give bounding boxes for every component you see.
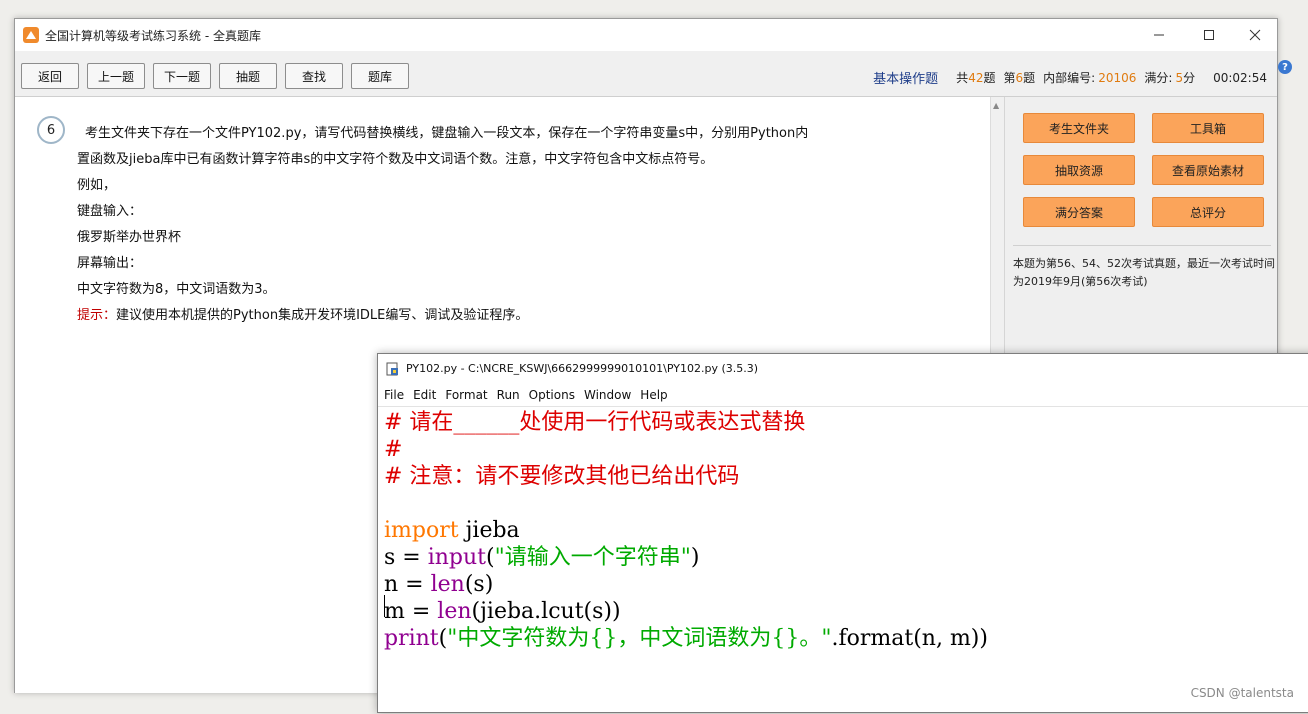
back-button[interactable]: 返回 [21, 63, 79, 89]
code-line-7: n = len(s) [384, 571, 493, 598]
code-text: ) [690, 545, 700, 570]
code-text: ( [438, 626, 448, 651]
watermark: CSDN @talentsta [1190, 686, 1294, 700]
score-suffix: 分 [1183, 71, 1196, 85]
menu-file[interactable]: File [384, 388, 404, 402]
menu-edit[interactable]: Edit [413, 388, 436, 402]
code-line-1: # 请在______处使用一行代码或表达式替换 [384, 410, 806, 435]
question-line: 键盘输入： [77, 204, 143, 219]
code-text: m = [384, 599, 438, 624]
code-line-5: import jieba [384, 517, 520, 544]
next-question-button[interactable]: 下一题 [153, 63, 211, 89]
question-line: 置函数及jieba库中已有函数计算字符串s的中文字符个数及中文词语个数。注意，中… [77, 152, 714, 167]
window-title: 全国计算机等级考试练习系统 - 全真题库 [45, 29, 261, 43]
idle-editor-window: PY102.py - C:\NCRE_KSWJ\6662999999010101… [377, 353, 1308, 713]
view-original-material-button[interactable]: 查看原始素材 [1152, 155, 1264, 185]
menu-options[interactable]: Options [529, 388, 575, 402]
menu-run[interactable]: Run [497, 388, 520, 402]
code-text: n = [384, 572, 431, 597]
total-prefix: 共 [956, 71, 969, 85]
code-line-2: # [384, 437, 403, 462]
text-cursor [384, 595, 385, 617]
toolbar: 返回 上一题 下一题 抽题 查找 题库 基本操作题 共 42 题 第6题 内部编号:… [15, 51, 1277, 97]
index-suffix: 题 [1023, 71, 1036, 85]
question-category: 基本操作题 [873, 72, 939, 87]
code-string: "请输入一个字符串" [494, 545, 691, 570]
python-file-icon [386, 362, 398, 376]
full-score-answer-button[interactable]: 满分答案 [1023, 197, 1135, 227]
prev-question-button[interactable]: 上一题 [87, 63, 145, 89]
hint-line: 提示：建议使用本机提供的Python集成开发环境IDLE编写、调试及验证程序。 [77, 304, 528, 323]
idle-titlebar: PY102.py - C:\NCRE_KSWJ\6662999999010101… [378, 354, 1308, 384]
code-string: "中文字符数为{}，中文词语数为{}。" [447, 626, 832, 651]
question-line: 俄罗斯举办世界杯 [77, 230, 182, 245]
menu-help[interactable]: Help [640, 388, 667, 402]
exam-titlebar: 全国计算机等级考试练习系统 - 全真题库 [15, 19, 1277, 51]
extract-resource-button[interactable]: 抽取资源 [1023, 155, 1135, 185]
score-value: 5 [1175, 70, 1184, 85]
close-icon[interactable] [1237, 23, 1273, 47]
app-logo-icon [23, 27, 39, 43]
index-prefix: 第 [1003, 71, 1016, 85]
search-button[interactable]: 查找 [285, 63, 343, 89]
question-line: 中文字符数为8，中文词语数为3。 [77, 282, 276, 297]
question-index: 6 [1015, 70, 1024, 85]
question-bank-button[interactable]: 题库 [351, 63, 409, 89]
code-text: .format(n, m)) [831, 626, 988, 651]
code-line-6: s = input("请输入一个字符串") [384, 544, 699, 571]
draw-question-button[interactable]: 抽题 [219, 63, 277, 89]
exam-history-note: 本题为第56、54、52次考试真题，最近一次考试时间为2019年9月(第56次考… [1013, 257, 1275, 288]
panel-divider [1013, 245, 1271, 246]
toolbox-button[interactable]: 工具箱 [1152, 113, 1264, 143]
code-keyword: import [384, 518, 459, 543]
code-builtin: print [384, 626, 439, 651]
examinee-folder-button[interactable]: 考生文件夹 [1023, 113, 1135, 143]
total-count: 42 [968, 70, 984, 85]
question-number-badge: 6 [37, 116, 65, 144]
help-icon[interactable]: ? [1278, 60, 1292, 74]
code-text: (s) [464, 572, 494, 597]
menu-format[interactable]: Format [445, 388, 487, 402]
minimize-icon[interactable] [1141, 23, 1177, 47]
timer: 00:02:54 [1213, 70, 1267, 85]
code-text: (jieba.lcut(s)) [471, 599, 621, 624]
internal-code-label: 内部编号: [1043, 71, 1096, 85]
code-text: ( [486, 545, 495, 570]
internal-code: 20106 [1098, 70, 1137, 85]
maximize-icon[interactable] [1191, 23, 1227, 47]
status-area: 基本操作题 共 42 题 第6题 内部编号: 20106 满分: 5 分 00:02:54 [873, 68, 1267, 88]
code-line-9: print("中文字符数为{}，中文词语数为{}。".format(n, m)) [384, 625, 988, 652]
code-line-8: m = len(jieba.lcut(s)) [384, 598, 621, 625]
code-line-3: # 注意：请不要修改其他已给出代码 [384, 464, 740, 489]
question-line: 考生文件夹下存在一个文件PY102.py，请写代码替换横线，键盘输入一段文本，保… [85, 126, 809, 141]
code-text: jieba [458, 518, 520, 543]
code-editor[interactable]: # 请在______处使用一行代码或表达式替换 # # 注意：请不要修改其他已给… [378, 406, 1308, 714]
code-builtin: len [437, 599, 472, 624]
idle-title: PY102.py - C:\NCRE_KSWJ\6662999999010101… [406, 362, 759, 375]
scroll-up-icon[interactable]: ▲ [993, 101, 999, 110]
menu-window[interactable]: Window [584, 388, 631, 402]
hint-label: 提示： [77, 308, 117, 323]
code-text: s = [384, 545, 428, 570]
idle-menubar: File Edit Format Run Options Window Help [378, 384, 1308, 406]
code-builtin: input [427, 545, 487, 570]
code-builtin: len [430, 572, 465, 597]
question-line: 屏幕输出： [77, 256, 143, 271]
question-line: 例如， [77, 178, 117, 193]
total-suffix: 题 [983, 71, 996, 85]
total-score-button[interactable]: 总评分 [1152, 197, 1264, 227]
hint-text: 建议使用本机提供的Python集成开发环境IDLE编写、调试及验证程序。 [116, 308, 529, 323]
score-label: 满分: [1144, 71, 1173, 85]
